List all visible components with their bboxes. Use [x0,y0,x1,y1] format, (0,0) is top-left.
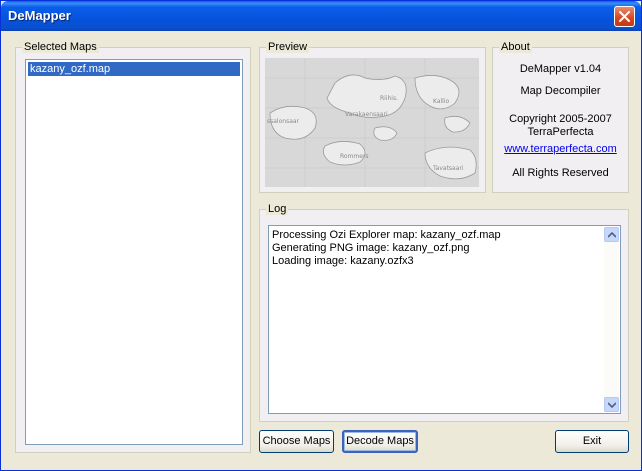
scroll-up-button[interactable] [604,227,619,242]
close-button[interactable] [614,6,635,27]
copyright-text: Copyright 2005-2007 [509,113,612,125]
rights-text: All Rights Reserved [512,167,609,179]
about-group: About DeMapper v1.04 Map Decompiler Copy… [492,41,629,193]
log-legend: Log [266,203,289,215]
map-preview-graphic: Riihis. Kallio Varakaensaari Rommers Tav… [265,58,479,187]
window-title: DeMapper [8,8,71,23]
log-line: Loading image: kazany.ozfx3 [272,255,414,267]
choose-maps-button[interactable]: Choose Maps [259,430,334,453]
preview-legend: Preview [266,41,310,53]
selected-maps-legend: Selected Maps [22,41,99,53]
log-line: Processing Ozi Explorer map: kazany_ozf.… [272,229,501,241]
exit-button[interactable]: Exit [555,430,629,453]
chevron-down-icon [608,402,616,408]
log-content: Processing Ozi Explorer map: kazany_ozf.… [272,229,602,268]
scroll-down-button[interactable] [604,397,619,412]
title-bar[interactable]: DeMapper [1,1,641,31]
map-label: Riihis. [380,95,398,102]
log-group: Log Processing Ozi Explorer map: kazany_… [259,203,629,422]
map-preview-image: Riihis. Kallio Varakaensaari Rommers Tav… [265,58,479,187]
map-label: Tavatsaari [432,165,464,172]
close-icon [619,11,630,22]
app-window: DeMapper Selected Maps kazany_ozf.map Pr… [0,0,642,471]
map-label: Kallio [433,98,450,105]
map-label: Varakaensaari [345,111,388,118]
about-legend: About [499,41,532,53]
selected-maps-group: Selected Maps kazany_ozf.map [15,41,251,453]
app-version: DeMapper v1.04 [519,63,602,75]
map-label: Rommers [340,153,369,160]
list-item[interactable]: kazany_ozf.map [28,62,240,76]
preview-group: Preview Riihis. Kallio Varakaensaari Rom… [259,41,486,193]
decode-maps-button[interactable]: Decode Maps [342,430,418,453]
company-name: TerraPerfecta [527,126,594,138]
website-link[interactable]: www.terraperfecta.com [493,143,628,155]
app-subtitle: Map Decompiler [520,85,601,97]
selected-maps-list[interactable]: kazany_ozf.map [25,59,243,445]
log-scrollbar[interactable] [604,227,619,412]
chevron-up-icon [608,232,616,238]
map-label: ssalonsaar [267,118,300,125]
log-line: Generating PNG image: kazany_ozf.png [272,242,470,254]
log-textarea[interactable]: Processing Ozi Explorer map: kazany_ozf.… [268,225,621,414]
